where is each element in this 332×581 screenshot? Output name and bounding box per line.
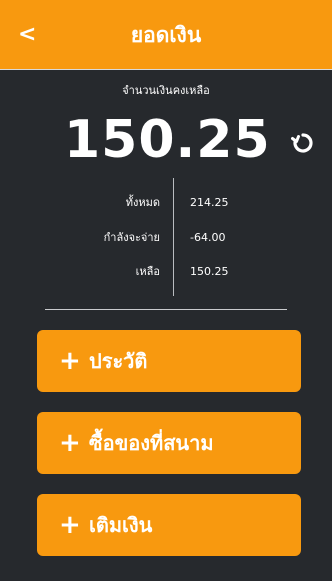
detail-value: 214.25 xyxy=(190,196,229,209)
balance-screen: < ยอดเงิน จำนวนเงินคงเหลือ 150.25 ทั้งหม… xyxy=(0,0,332,581)
header-bar: < ยอดเงิน xyxy=(0,0,332,70)
buy-at-field-button-label: ซื้อของที่สนาม xyxy=(89,431,214,455)
top-up-button[interactable]: + เติมเงิน xyxy=(37,494,301,556)
detail-label: เหลือ xyxy=(135,265,160,278)
detail-label: กำลังจะจ่าย xyxy=(103,231,160,244)
refresh-icon[interactable] xyxy=(288,128,318,158)
back-button[interactable]: < xyxy=(18,21,42,49)
balance-caption: จำนวนเงินคงเหลือ xyxy=(122,84,210,97)
detail-value: -64.00 xyxy=(190,231,226,244)
balance-details: ทั้งหมด 214.25 กำลังจะจ่าย -64.00 เหลือ … xyxy=(40,178,290,298)
buy-at-field-button[interactable]: + ซื้อของที่สนาม xyxy=(37,412,301,474)
section-divider xyxy=(45,309,287,310)
history-button-label: ประวัติ xyxy=(89,349,148,373)
plus-icon: + xyxy=(59,428,81,458)
detail-row-remaining: เหลือ 150.25 xyxy=(40,262,290,282)
detail-label: ทั้งหมด xyxy=(125,196,160,209)
history-button[interactable]: + ประวัติ xyxy=(37,330,301,392)
page-title: ยอดเงิน xyxy=(130,23,202,47)
detail-row-pending: กำลังจะจ่าย -64.00 xyxy=(40,228,290,248)
detail-row-total: ทั้งหมด 214.25 xyxy=(40,193,290,213)
plus-icon: + xyxy=(59,346,81,376)
balance-amount: 150.25 xyxy=(64,110,271,170)
plus-icon: + xyxy=(59,510,81,540)
detail-value: 150.25 xyxy=(190,265,229,278)
top-up-button-label: เติมเงิน xyxy=(89,513,153,537)
